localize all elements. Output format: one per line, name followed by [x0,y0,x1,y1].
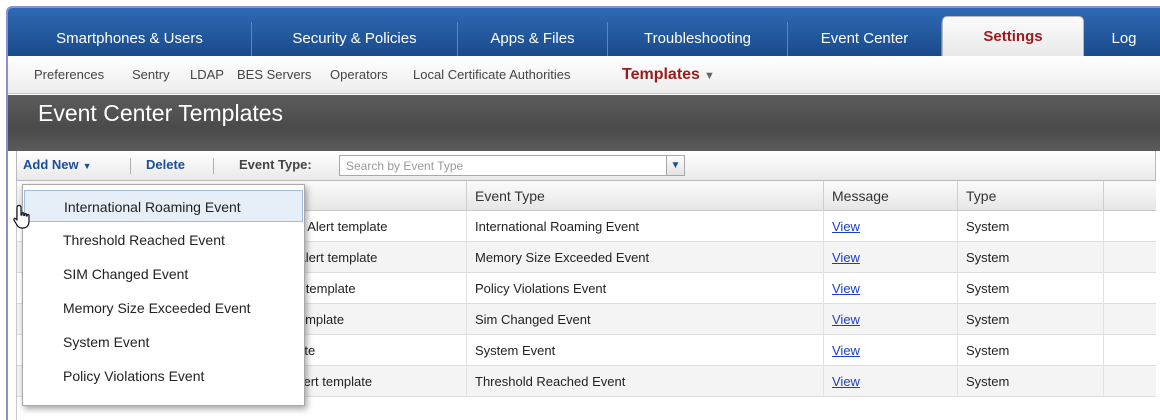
chevron-down-icon: ▼ [703,70,715,82]
subnav-item-sentry[interactable]: Sentry [132,56,170,94]
view-message-link[interactable]: View [832,374,860,389]
subnav-item-local-certificate-authorities[interactable]: Local Certificate Authorities [413,56,571,94]
event-type-label: Event Type: [239,157,312,172]
add-new-menu: International Roaming Event Threshold Re… [22,184,305,406]
tab-smartphones-users[interactable]: Smartphones & Users [8,22,252,56]
delete-button[interactable]: Delete [146,151,185,179]
chevron-down-icon: ▼ [670,160,681,171]
tab-security-policies[interactable]: Security & Policies [252,22,458,56]
view-message-link[interactable]: View [832,250,860,265]
tab-log[interactable]: Log [1086,22,1160,56]
menu-item-international-roaming-event[interactable]: International Roaming Event [24,190,303,222]
menu-item-threshold-reached-event[interactable]: Threshold Reached Event [24,224,303,256]
message-cell: View [824,242,958,273]
column-header-type[interactable]: Type [958,181,1104,211]
event-type-search-input[interactable] [339,155,667,176]
page-title: Event Center Templates [38,100,284,126]
menu-item-sim-changed-event[interactable]: SIM Changed Event [24,258,303,290]
subnav-item-bes-servers[interactable]: BES Servers [237,56,311,94]
menu-item-memory-size-exceeded-event[interactable]: Memory Size Exceeded Event [24,292,303,324]
message-cell: View [824,304,958,335]
hand-pointer-icon [13,204,30,229]
tab-troubleshooting[interactable]: Troubleshooting [608,22,788,56]
event-type-cell: International Roaming Event [467,211,824,242]
view-message-link[interactable]: View [832,219,860,234]
add-new-button[interactable]: Add New ▼ [23,151,92,179]
message-cell: View [824,335,958,366]
page-header: Event Center Templates [8,95,1160,151]
event-type-cell: Memory Size Exceeded Event [467,242,824,273]
column-header-event-type[interactable]: Event Type [467,181,824,211]
view-message-link[interactable]: View [832,312,860,327]
event-type-dropdown-button[interactable]: ▼ [666,155,685,176]
type-cell: System [958,335,1104,366]
message-cell: View [824,366,958,397]
add-new-label: Add New [23,157,79,172]
tab-apps-files[interactable]: Apps & Files [458,22,608,56]
subnav-item-preferences[interactable]: Preferences [34,56,104,94]
sub-navigation: Preferences Sentry LDAP BES Servers Oper… [8,56,1160,94]
type-cell: System [958,242,1104,273]
event-type-cell: Threshold Reached Event [467,366,824,397]
subnav-item-operators[interactable]: Operators [330,56,388,94]
type-cell: System [958,273,1104,304]
dropdown-arrow-icon: ▼ [82,161,92,171]
message-cell: View [824,273,958,304]
event-type-cell: Sim Changed Event [467,304,824,335]
subnav-templates-label: Templates [622,66,700,83]
event-type-cell: System Event [467,335,824,366]
app-frame: Smartphones & Users Security & Policies … [6,6,1160,420]
toolbar-divider [130,158,131,174]
type-cell: System [958,211,1104,242]
toolbar-divider [213,158,214,174]
view-message-link[interactable]: View [832,343,860,358]
type-cell: System [958,304,1104,335]
column-header-message[interactable]: Message [824,181,958,211]
view-message-link[interactable]: View [832,281,860,296]
top-navigation: Smartphones & Users Security & Policies … [8,8,1160,58]
tab-settings[interactable]: Settings [942,16,1084,58]
event-type-cell: Policy Violations Event [467,273,824,304]
subnav-item-templates[interactable]: Templates ▼ [622,56,715,94]
tab-event-center[interactable]: Event Center [788,22,942,56]
toolbar: Add New▼ Delete Event Type: ▼ [16,151,1156,181]
subnav-item-ldap[interactable]: LDAP [190,56,224,94]
message-cell: View [824,211,958,242]
menu-item-policy-violations-event[interactable]: Policy Violations Event [24,360,303,392]
menu-item-system-event[interactable]: System Event [24,326,303,358]
type-cell: System [958,366,1104,397]
